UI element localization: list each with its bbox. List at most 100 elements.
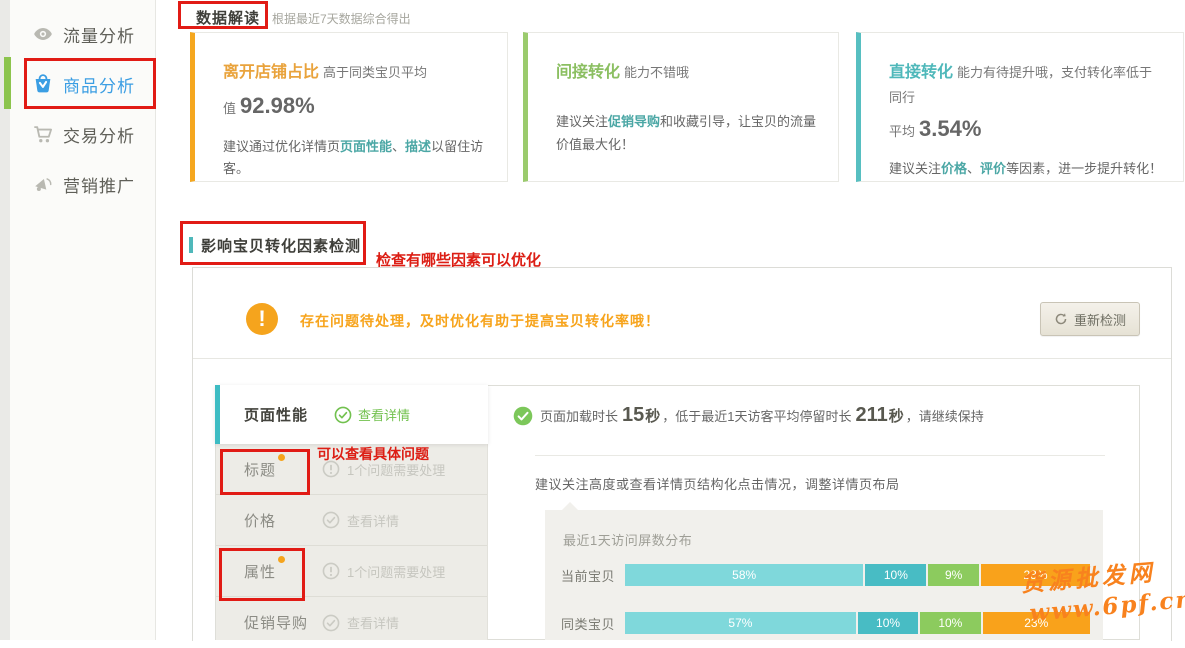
card-title: 离开店铺占比 [223, 64, 319, 81]
issue-dot [278, 454, 285, 461]
stacked-bar: 58%10%9%23% [625, 564, 1090, 586]
panel-divider [193, 358, 1171, 359]
load-text: 页面加载时长 [540, 406, 618, 425]
sidebar-item-marketing[interactable]: 营销推广 [32, 166, 135, 202]
sidebar-item-label: 营销推广 [63, 172, 135, 197]
factor-status-label: 1个问题需要处理 [347, 562, 445, 581]
factor-status-label: 查看详情 [347, 511, 399, 530]
page-title: 数据解读 [196, 7, 260, 28]
eye-icon [32, 23, 54, 45]
annotation-view-issues: 可以查看具体问题 [317, 444, 429, 464]
section-title: 影响宝贝转化因素检测 [201, 235, 361, 256]
load-seconds-unit: 秒 [645, 405, 660, 426]
card-suggestion: 建议通过优化详情页页面性能、描述以留住访客。 [223, 136, 489, 182]
layout-suggestion-text: 建议关注高度或查看详情页结构化点击情况，调整详情页布局 [535, 474, 900, 493]
refresh-icon [1054, 312, 1068, 326]
factor-row-price[interactable]: 价格 查看详情 [216, 495, 487, 546]
card-desc: 高于同类宝贝平均 [323, 65, 427, 80]
bar-row-current-item: 当前宝贝 58%10%9%23% [561, 564, 1090, 586]
suggestion-text: 、 [967, 161, 980, 176]
bar-category-label: 当前宝贝 [561, 566, 625, 585]
stay-seconds-unit: 秒 [889, 405, 904, 426]
recheck-button[interactable]: 重新检测 [1040, 302, 1140, 336]
sidebar-item-label: 商品分析 [63, 72, 135, 97]
bar-segment: 10% [920, 612, 980, 634]
recheck-button-label: 重新检测 [1074, 310, 1126, 329]
suggestion-text: 、 [392, 139, 405, 154]
link-price[interactable]: 价格 [941, 161, 967, 176]
load-text: ，低于最近1天访客平均停留时长 [662, 406, 851, 425]
chart-title: 最近1天访问屏数分布 [563, 530, 692, 549]
load-text: ，请继续保持 [906, 406, 984, 425]
insight-card-indirect-conversion: 间接转化能力不错哦 建议关注促销导购和收藏引导，让宝贝的流量价值最大化！ [523, 32, 839, 182]
issue-dot [278, 556, 285, 563]
cart-icon [32, 123, 54, 145]
factor-status-label: 查看详情 [347, 613, 399, 632]
card-headline: 直接转化能力有待提升哦，支付转化率低于同行 平均3.54% [889, 59, 1165, 148]
factor-row-status[interactable]: 查看详情 [322, 613, 399, 632]
card-headline: 间接转化能力不错哦 [556, 59, 820, 87]
link-description[interactable]: 描述 [405, 139, 431, 154]
suggestion-text: 等因素，进一步提升转化！ [1006, 161, 1162, 176]
factor-row-label: 标题 [244, 462, 276, 479]
view-detail-link[interactable]: 查看详情 [334, 405, 410, 424]
view-detail-label: 查看详情 [358, 405, 410, 424]
load-time-summary: 页面加载时长 15 秒 ，低于最近1天访客平均停留时长 211 秒 ，请继续保持 [513, 404, 984, 427]
stacked-bar: 57%10%10%23% [625, 612, 1090, 634]
sidebar-item-label: 交易分析 [63, 122, 135, 147]
stay-seconds-value: 211 [856, 404, 888, 427]
card-title: 间接转化 [556, 64, 620, 81]
factor-row-label: 属性 [244, 564, 276, 581]
load-seconds-value: 15 [622, 404, 644, 427]
sidebar-active-accent-bar [4, 57, 11, 109]
bar-segment: 57% [625, 612, 856, 634]
detail-divider [535, 455, 1105, 456]
warning-text: 存在问题待处理，及时优化有助于提高宝贝转化率哦！ [300, 311, 660, 331]
sidebar-item-product-analysis[interactable]: 商品分析 [32, 66, 135, 102]
factor-row-label: 价格 [244, 513, 276, 530]
link-page-performance[interactable]: 页面性能 [340, 139, 392, 154]
bar-row-similar-items: 同类宝贝 57%10%10%23% [561, 612, 1090, 634]
factor-tab-label: 页面性能 [244, 404, 308, 425]
sidebar-item-traffic-analysis[interactable]: 流量分析 [32, 16, 135, 52]
bar-segment: 10% [858, 612, 918, 634]
factor-list: 标题 1个问题需要处理 价格 查看详情 属性 1个问题需要处理 促销导购 查看详… [216, 444, 488, 640]
card-desc: 能力不错哦 [624, 65, 689, 80]
check-circle-icon [322, 614, 340, 632]
suggestion-text: 建议通过优化详情页 [223, 139, 340, 154]
alert-circle-icon [322, 562, 340, 580]
factor-row-label: 促销导购 [244, 615, 308, 632]
card-value-prefix: 平均 [889, 124, 915, 139]
check-circle-icon [322, 511, 340, 529]
suggestion-text: 建议关注 [556, 114, 608, 129]
bar-category-label: 同类宝贝 [561, 614, 625, 633]
link-reviews[interactable]: 评价 [980, 161, 1006, 176]
success-check-icon [513, 406, 533, 426]
card-headline: 离开店铺占比高于同类宝贝平均 值92.98% [223, 59, 489, 126]
factor-row-promo-guide[interactable]: 促销导购 查看详情 [216, 597, 487, 648]
page-subtitle: 根据最近7天数据综合得出 [272, 10, 411, 27]
bag-icon [32, 73, 54, 95]
sidebar: 流量分析 商品分析 交易分析 营销推广 [10, 0, 156, 640]
sidebar-item-trade-analysis[interactable]: 交易分析 [32, 116, 135, 152]
bar-segment: 10% [865, 564, 926, 586]
factor-tab-page-performance[interactable]: 页面性能 查看详情 [215, 385, 488, 444]
suggestion-text: 建议关注 [889, 161, 941, 176]
sidebar-item-label: 流量分析 [63, 22, 135, 47]
bar-segment: 9% [928, 564, 979, 586]
annotation-check-factors: 检查有哪些因素可以优化 [376, 249, 541, 270]
card-suggestion: 建议关注价格、评价等因素，进一步提升转化！ [889, 158, 1165, 181]
factor-row-status: 1个问题需要处理 [322, 562, 445, 581]
card-suggestion: 建议关注促销导购和收藏引导，让宝贝的流量价值最大化！ [556, 111, 820, 157]
screen-distribution-chart: 最近1天访问屏数分布 当前宝贝 58%10%9%23% 同类宝贝 57%10%1… [545, 510, 1103, 640]
bar-segment: 23% [981, 564, 1090, 586]
megaphone-icon [32, 173, 54, 195]
factor-row-attributes[interactable]: 属性 1个问题需要处理 [216, 546, 487, 597]
link-promo-guide[interactable]: 促销导购 [608, 114, 660, 129]
bar-segment: 23% [983, 612, 1091, 634]
card-title: 直接转化 [889, 64, 953, 81]
card-value: 3.54% [919, 116, 981, 141]
insight-card-direct-conversion: 直接转化能力有待提升哦，支付转化率低于同行 平均3.54% 建议关注价格、评价等… [856, 32, 1184, 182]
factor-row-status[interactable]: 查看详情 [322, 511, 399, 530]
warning-icon: ! [246, 303, 278, 335]
